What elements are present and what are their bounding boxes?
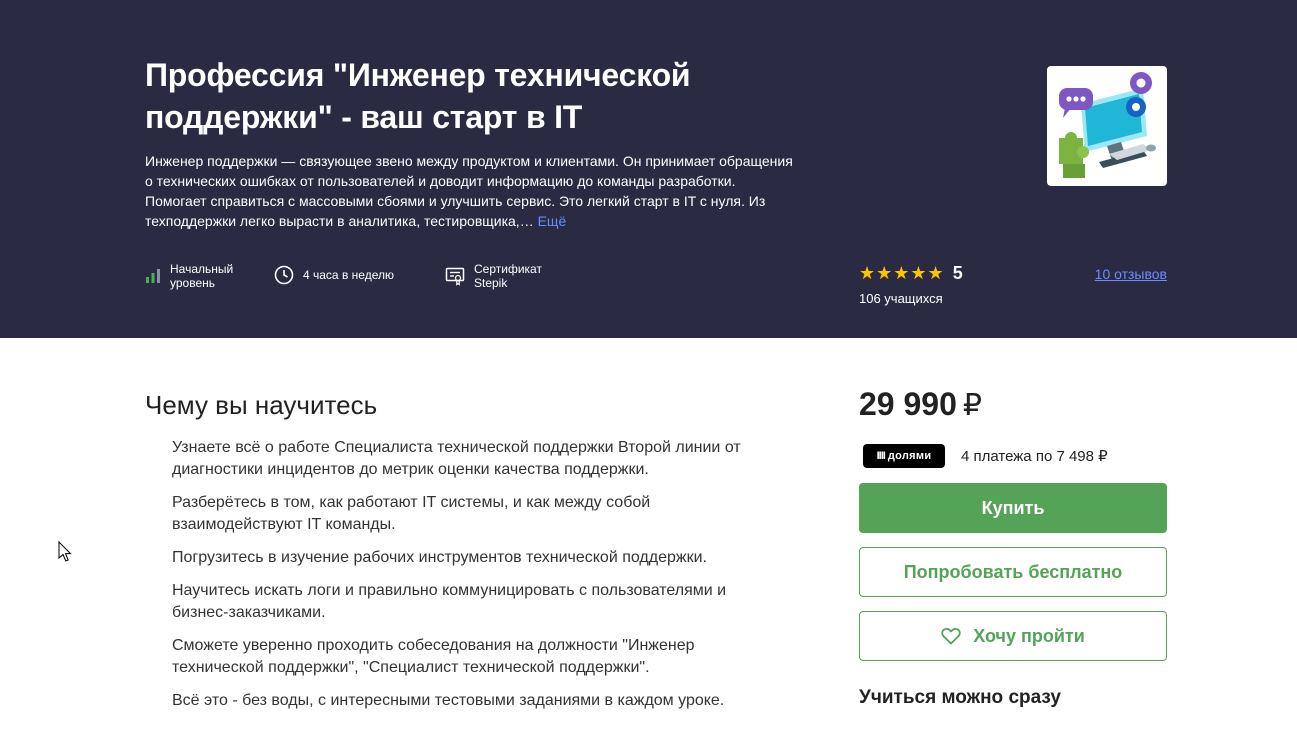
rating-stars: ★★★★★ [859, 263, 945, 283]
course-title: Профессия "Инженер технической поддержки… [145, 57, 691, 135]
more-link[interactable]: Ещё [538, 213, 567, 229]
dolyami-logo-icon: IIII [876, 450, 886, 462]
dolyami-label: долями [887, 450, 932, 462]
cursor-pointer-icon [58, 540, 72, 568]
dolyami-badge[interactable]: IIII долями [863, 444, 945, 468]
price-amount: 29 990 [859, 386, 957, 422]
meta-time: 4 часа в неделю [274, 265, 394, 285]
meta-time-text: 4 часа в неделю [303, 268, 394, 282]
meta-level-line2: уровень [170, 276, 216, 290]
try-free-button[interactable]: Попробовать бесплатно [859, 547, 1167, 597]
certificate-icon [445, 266, 465, 286]
course-hero: Профессия "Инженер технической поддержки… [0, 0, 1297, 338]
buy-button[interactable]: Купить [859, 483, 1167, 533]
meta-level-line1: Начальный [170, 262, 234, 276]
heart-icon [941, 627, 961, 645]
course-cover-image [1047, 66, 1167, 186]
price: 29 990 ₽ [859, 386, 982, 423]
wishlist-button-label: Хочу пройти [973, 625, 1085, 646]
learn-list-item: Сможете уверенно проходить собеседования… [172, 637, 695, 676]
wishlist-button[interactable]: Хочу пройти [859, 611, 1167, 661]
rating: ★★★★★ 5 [859, 263, 963, 283]
learn-section-title: Чему вы научитесь [145, 390, 378, 420]
rating-value: 5 [952, 263, 963, 283]
learn-list-item: Узнаете всё о работе Специалиста техниче… [172, 439, 741, 478]
meta-level: Начальный уровень [145, 262, 233, 290]
meta-certificate-text: Сертификат Stepik [474, 262, 542, 290]
meta-certificate: Сертификат Stepik [445, 262, 542, 290]
students-count: 106 учащихся [859, 291, 943, 306]
buy-button-label: Купить [981, 497, 1045, 518]
learn-list-item: Научитесь искать логи и правильно коммун… [172, 582, 727, 621]
meta-cert-line1: Сертификат [474, 262, 542, 276]
meta-level-text: Начальный уровень [170, 262, 233, 290]
try-free-button-label: Попробовать бесплатно [903, 561, 1123, 582]
price-currency: ₽ [962, 389, 982, 422]
reviews-link[interactable]: 10 отзывов [1095, 266, 1167, 282]
learn-list-item: Погрузитесь в изучение рабочих инструмен… [172, 549, 707, 566]
learn-list: Узнаете всё о работе Специалиста техниче… [172, 437, 782, 723]
level-bars-icon [145, 268, 161, 284]
clock-icon [274, 265, 294, 285]
course-description-text: Инженер поддержки — связующее звено межд… [145, 153, 793, 229]
learn-list-item: Всё это - без воды, с интересными тестов… [172, 692, 725, 709]
installments-text: 4 платежа по 7 498 ₽ [961, 448, 1108, 465]
course-description: Инженер поддержки — связующее звено межд… [145, 151, 795, 231]
start-now-heading: Учиться можно сразу [859, 687, 1061, 708]
learn-list-item: Разберётесь в том, как работают IT систе… [172, 494, 651, 533]
meta-cert-line2: Stepik [474, 276, 508, 290]
